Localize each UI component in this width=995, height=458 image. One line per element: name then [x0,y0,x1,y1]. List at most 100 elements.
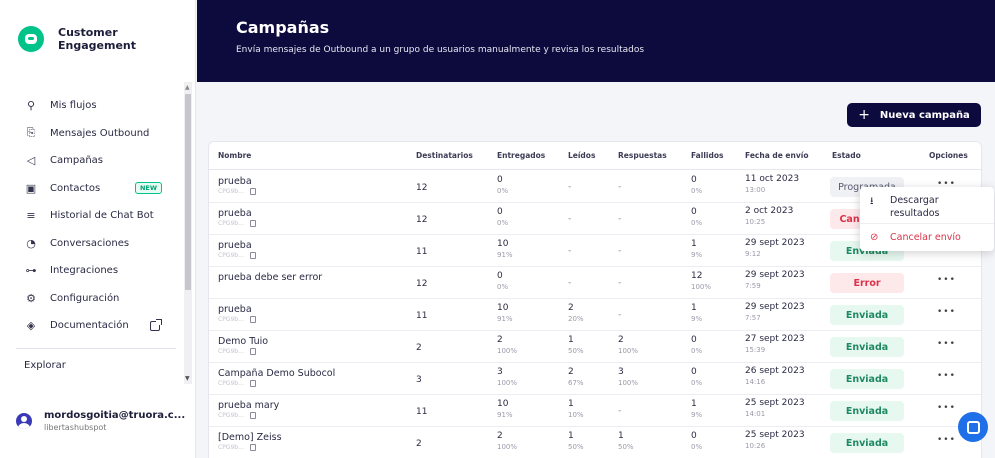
read-cell-percent: 20% [568,315,584,323]
sidebar-item-documentacion[interactable]: ◈ Documentación [0,312,184,340]
copy-icon[interactable] [249,348,256,355]
failed-cell: 12 100% [691,271,711,291]
status-badge: Error [830,273,904,293]
row-options-icon[interactable]: ••• [937,435,956,445]
brand[interactable]: Customer Engagement [18,26,148,52]
failed-cell: 0 0% [691,367,702,387]
campaign-code-text: CPG9b... [218,316,244,323]
cancel-send-item[interactable]: ⊘ Cancelar envío [870,232,961,243]
delivered-cell-percent: 91% [497,251,513,259]
column-header-delivered[interactable]: Entregados [497,151,545,160]
replies-cell: 3 100% [618,367,638,387]
column-header-date[interactable]: Fecha de envío [745,151,808,160]
cancel-send-icon: ⊘ [870,232,879,243]
replies-cell: - [618,406,622,416]
sidebar-item-campanas[interactable]: ◁ Campañas [0,147,184,175]
row-options-icon[interactable]: ••• [937,339,956,349]
copy-icon[interactable] [249,444,256,451]
send-date: 29 sept 2023 [745,270,805,280]
column-header-read[interactable]: Leídos [568,151,595,160]
table-row[interactable]: prueba debe ser error 12 0 0% - - 12 100… [209,267,981,299]
sidebar-item-historial[interactable]: ≡ Historial de Chat Bot [0,202,184,230]
replies-cell: - [618,214,622,224]
failed-cell-value: 0 [691,207,697,217]
send-time: 7:59 [745,282,761,290]
read-cell: - [568,182,572,192]
sidebar-item-mis-flujos[interactable]: ⚲ Mis flujos [0,92,184,120]
send-date: 27 sept 2023 [745,334,805,344]
replies-cell-percent: 100% [618,379,639,387]
chat-icon [966,420,980,434]
copy-icon[interactable] [249,188,256,195]
send-date-cell: 25 sept 2023 10:26 [745,430,805,450]
chat-support-button[interactable] [958,412,988,442]
column-header-status[interactable]: Estado [832,151,861,160]
campaign-name-cell: Demo Tuio CPG9b... [218,336,268,355]
failed-cell-percent: 100% [691,283,712,291]
sidebar-item-configuracion[interactable]: ⚙ Configuración [0,285,184,313]
column-header-name[interactable]: Nombre [218,151,251,160]
sidebar-item-mensajes-outbound[interactable]: ⎘ Mensajes Outbound [0,120,184,148]
copy-icon[interactable] [249,412,256,419]
explore-section-title[interactable]: Explorar [24,360,66,371]
new-campaign-button[interactable]: + Nueva campaña [847,103,981,127]
download-results-item[interactable]: ⭳ Descargar resultados [870,194,980,220]
table-row[interactable]: Demo Tuio CPG9b... 2 2 100% 1 50% 2 100%… [209,331,981,363]
status-badge: Enviada [830,401,904,421]
campaign-code: CPG9b... [218,444,282,451]
docs-icon: ◈ [26,319,36,333]
table-row[interactable]: prueba CPG9b... 11 10 91% 2 20% - 1 9% 2… [209,299,981,331]
sidebar-item-label: Contactos [50,182,101,194]
sidebar-item-conversaciones[interactable]: ◔ Conversaciones [0,230,184,258]
campaign-name[interactable]: [Demo] Zeiss [218,432,282,443]
send-date-cell: 29 sept 2023 9:12 [745,238,805,258]
row-options-icon[interactable]: ••• [937,371,956,381]
column-header-recipients[interactable]: Destinatarios [416,151,473,160]
delivered-cell-value: 0 [497,207,503,217]
sidebar-scrollbar[interactable]: ▲ ▼ [184,82,192,384]
failed-cell: 0 0% [691,431,702,451]
copy-icon[interactable] [249,220,256,227]
read-cell: - [568,214,572,224]
avatar [16,413,32,429]
send-date: 29 sept 2023 [745,238,805,248]
campaign-name[interactable]: prueba debe ser error [218,272,322,283]
copy-icon[interactable] [249,316,256,323]
campaign-name[interactable]: prueba [218,176,256,187]
delivered-cell-percent: 0% [497,283,509,291]
failed-cell-percent: 0% [691,379,703,387]
read-cell: - [568,278,572,288]
campaign-name[interactable]: Campaña Demo Subocol [218,368,335,379]
replies-cell-value: 1 [618,431,624,441]
table-row[interactable]: Campaña Demo Subocol CPG9b... 3 3 100% 2… [209,363,981,395]
campaign-name[interactable]: Demo Tuio [218,336,268,347]
failed-cell-percent: 9% [691,411,703,419]
table-row[interactable]: [Demo] Zeiss CPG9b... 2 2 100% 1 50% 1 5… [209,427,981,458]
scroll-up-arrow-icon[interactable]: ▲ [185,84,190,91]
user-profile[interactable]: mordosgoitia@truora.c... libertashubspot [16,410,185,432]
row-options-icon[interactable]: ••• [937,307,956,317]
row-options-icon[interactable]: ••• [937,403,956,413]
campaign-name[interactable]: prueba [218,208,256,219]
status-badge: Enviada [830,433,904,453]
sidebar: Customer Engagement ⚲ Mis flujos ⎘ Mensa… [0,0,196,458]
campaign-name[interactable]: prueba [218,240,256,251]
scroll-down-arrow-icon[interactable]: ▼ [185,375,190,382]
table-row[interactable]: prueba mary CPG9b... 11 10 91% 1 10% - 1… [209,395,981,427]
sidebar-item-label: Documentación [50,320,129,332]
scroll-thumb[interactable] [185,94,191,290]
copy-icon[interactable] [249,252,256,259]
campaign-name[interactable]: prueba mary [218,400,279,411]
column-header-replies[interactable]: Respuestas [618,151,667,160]
campaign-code-text: CPG9b... [218,252,244,259]
read-cell: - [568,246,572,256]
delivered-cell-value: 10 [497,399,509,409]
column-header-failed[interactable]: Fallidos [691,151,723,160]
row-options-icon[interactable]: ••• [937,275,956,285]
read-cell-value: 1 [568,431,574,441]
delivered-cell: 0 0% [497,175,508,195]
copy-icon[interactable] [249,380,256,387]
campaign-name[interactable]: prueba [218,304,256,315]
sidebar-item-contactos[interactable]: ▣ Contactos NEW [0,175,184,203]
sidebar-item-integraciones[interactable]: ⊶ Integraciones [0,257,184,285]
